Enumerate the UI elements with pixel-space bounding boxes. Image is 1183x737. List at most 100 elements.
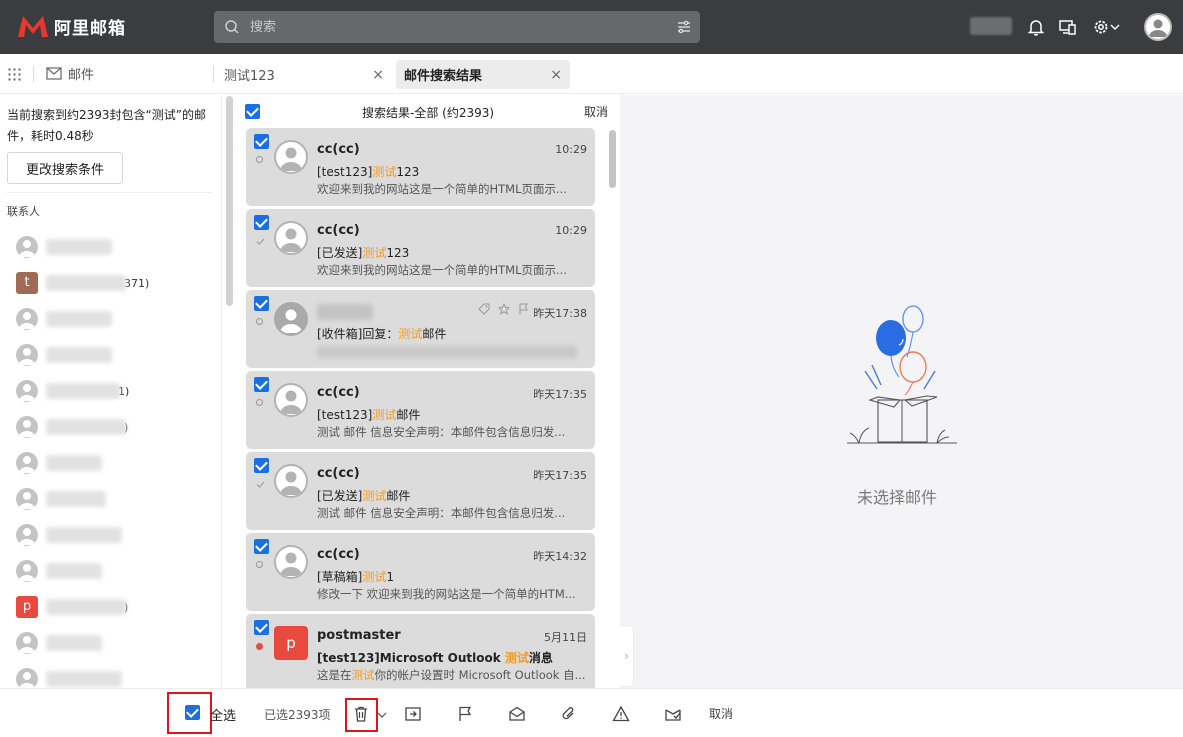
mail-hover-actions	[478, 303, 530, 315]
unread-dot[interactable]	[256, 399, 263, 406]
avatar	[274, 545, 308, 579]
search-input[interactable]	[250, 17, 670, 37]
mail-checkbox[interactable]	[254, 458, 269, 473]
app-logo[interactable]: 阿里邮箱	[16, 13, 126, 39]
mail-checkbox[interactable]	[254, 134, 269, 149]
cancel-selection-link[interactable]: 取消	[584, 103, 608, 120]
mail-preview: 测试 邮件 信息安全声明：本邮件包含信息归发...	[317, 506, 566, 520]
mail-checkbox[interactable]	[254, 377, 269, 392]
attachment-icon[interactable]	[560, 705, 578, 723]
search-bar[interactable]	[214, 11, 700, 43]
devices-icon[interactable]	[1056, 15, 1080, 39]
person-icon	[19, 672, 35, 688]
unread-dot[interactable]	[256, 561, 263, 568]
contact-item[interactable]	[16, 559, 216, 583]
contact-name-blurred	[46, 491, 106, 507]
mail-sender: cc(cc)	[317, 466, 360, 481]
contact-item[interactable]: 1)	[16, 379, 216, 403]
mark-processed-icon[interactable]	[664, 705, 682, 723]
contact-name-blurred	[46, 671, 122, 687]
spam-warning-icon[interactable]	[612, 705, 630, 723]
contact-item[interactable]	[16, 235, 216, 259]
envelope-icon	[46, 67, 62, 80]
mail-checkbox[interactable]	[254, 215, 269, 230]
cancel-button[interactable]: 取消	[709, 705, 733, 722]
bell-icon[interactable]	[1024, 15, 1048, 39]
contact-item[interactable]	[16, 487, 216, 511]
unread-dot[interactable]	[256, 318, 263, 325]
flag-icon[interactable]	[456, 705, 474, 723]
search-sidebar: 当前搜索到约2393封包含“测试”的邮件，耗时0.48秒 更改搜索条件 联系人 …	[0, 95, 222, 688]
contact-item[interactable]	[16, 523, 216, 547]
person-icon	[280, 228, 302, 252]
person-icon	[280, 471, 302, 495]
select-all-checkbox[interactable]	[185, 705, 200, 720]
contact-item[interactable]: t 371)	[16, 271, 216, 295]
collapse-handle[interactable]: ›	[620, 625, 634, 687]
mail-subject: [test123]测试123	[317, 165, 420, 179]
mail-item[interactable]: cc(cc) 昨天17:35 [已发送]测试邮件 测试 邮件 信息安全声明：本邮…	[246, 452, 595, 530]
bulk-action-toolbar: 全选 已选2393项 取消	[0, 688, 1183, 737]
contact-item[interactable]	[16, 307, 216, 331]
mail-item[interactable]: cc(cc) 昨天14:32 [草稿箱]测试1 修改一下 欢迎来到我的网站这是一…	[246, 533, 595, 611]
close-icon[interactable]: ×	[550, 67, 562, 83]
avatar: p	[274, 626, 308, 660]
contact-name-blurred	[46, 239, 112, 255]
close-icon[interactable]: ×	[372, 67, 384, 83]
avatar: p	[16, 596, 38, 618]
flag-icon[interactable]	[518, 303, 530, 315]
select-all-label[interactable]: 全选	[210, 705, 236, 724]
mark-read-envelope-icon[interactable]	[508, 705, 526, 723]
mail-item[interactable]: 昨天17:38 [收件箱]回复：测试邮件	[246, 290, 595, 368]
mail-item[interactable]: p postmaster 5月11日 [test123]Microsoft Ou…	[246, 614, 595, 688]
avatar	[16, 308, 38, 330]
contact-item[interactable]	[16, 343, 216, 367]
app-title: 阿里邮箱	[54, 18, 126, 39]
tab-label: 测试123	[224, 69, 275, 84]
user-avatar[interactable]	[1144, 13, 1172, 41]
avatar	[16, 524, 38, 546]
mail-checkbox[interactable]	[254, 620, 269, 635]
star-icon[interactable]	[498, 303, 510, 315]
mail-sender-blurred	[317, 304, 373, 320]
contact-item[interactable]	[16, 451, 216, 475]
chevron-down-icon[interactable]	[1109, 15, 1121, 39]
contact-item[interactable]	[16, 631, 216, 655]
chevron-down-icon[interactable]	[377, 705, 387, 723]
replied-check-icon	[256, 238, 265, 245]
contact-item[interactable]: )	[16, 415, 216, 439]
tag-icon[interactable]	[478, 303, 490, 315]
sidebar-scrollbar[interactable]	[226, 96, 233, 306]
avatar	[16, 668, 38, 688]
list-scrollbar[interactable]	[609, 130, 616, 188]
apps-grid-icon[interactable]	[8, 68, 21, 81]
unread-dot[interactable]	[256, 156, 263, 163]
divider	[33, 66, 34, 82]
person-icon	[280, 147, 302, 171]
move-to-folder-icon[interactable]	[404, 705, 422, 723]
modify-search-button[interactable]: 更改搜索条件	[7, 152, 123, 184]
mail-item[interactable]: cc(cc) 10:29 [已发送]测试123 欢迎来到我的网站这是一个简单的H…	[246, 209, 595, 287]
trash-icon[interactable]	[352, 705, 370, 723]
tab-mail[interactable]: 邮件	[46, 64, 94, 83]
mail-item[interactable]: cc(cc) 昨天17:35 [test123]测试邮件 测试 邮件 信息安全声…	[246, 371, 595, 449]
divider	[213, 66, 214, 82]
mail-item[interactable]: cc(cc) 10:29 [test123]测试123 欢迎来到我的网站这是一个…	[246, 128, 595, 206]
search-icon	[225, 20, 239, 34]
mail-checkbox[interactable]	[254, 296, 269, 311]
person-icon	[280, 552, 302, 576]
unread-dot[interactable]	[256, 643, 263, 650]
person-icon	[19, 384, 35, 401]
mail-checkbox[interactable]	[254, 539, 269, 554]
tab-test123[interactable]: 测试123 ×	[216, 60, 392, 89]
person-icon	[19, 456, 35, 473]
mail-subject: [已发送]测试123	[317, 246, 410, 260]
contact-item[interactable]	[16, 667, 216, 688]
contact-name-blurred	[46, 383, 120, 399]
select-all-checkbox[interactable]	[245, 104, 260, 119]
filter-settings-icon[interactable]	[677, 20, 691, 34]
person-icon	[19, 312, 35, 329]
user-icon	[1149, 19, 1167, 37]
tab-search-results[interactable]: 邮件搜索结果 ×	[396, 60, 570, 89]
contact-item[interactable]: p )	[16, 595, 216, 619]
